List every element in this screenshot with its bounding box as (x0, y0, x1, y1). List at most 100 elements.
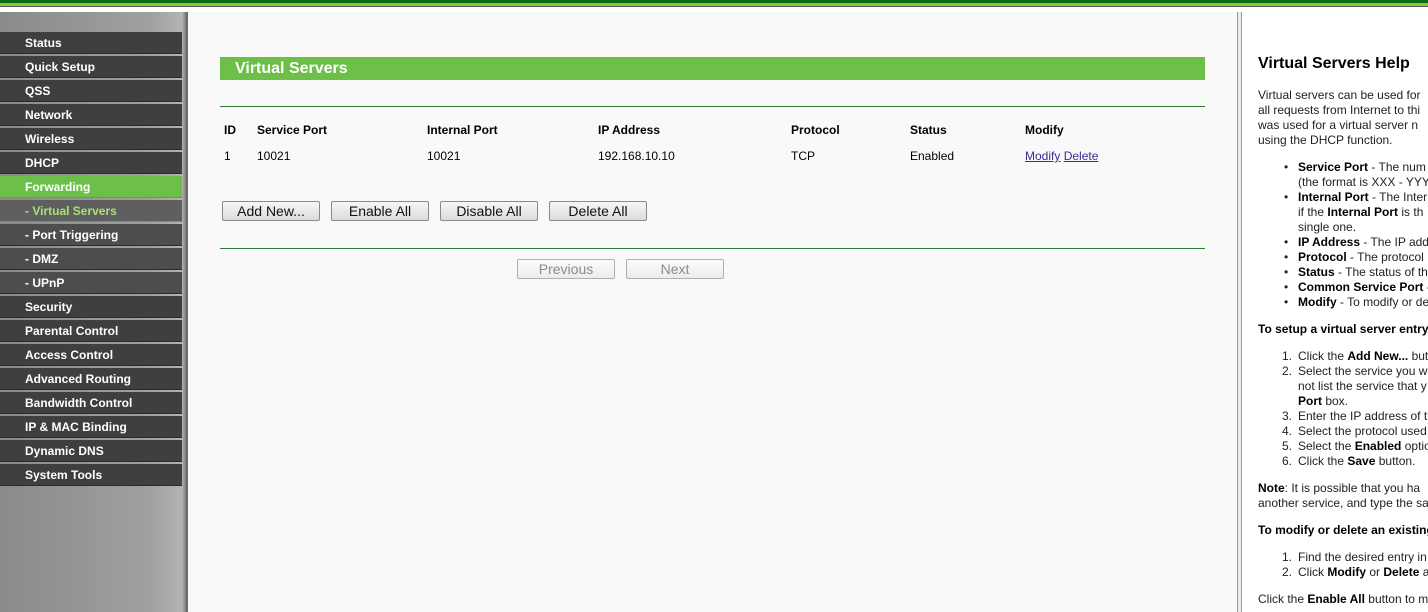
help-term: Protocol (1298, 250, 1347, 264)
header-id: ID (224, 123, 236, 137)
help-step-number: 1. (1282, 550, 1293, 564)
help-text: - The Interr (1368, 190, 1428, 204)
help-term: Enabled (1354, 439, 1402, 453)
main-content: Virtual Servers ID Service Port Internal… (188, 12, 1237, 612)
header-protocol: Protocol (791, 123, 840, 137)
help-title: Virtual Servers Help (1258, 55, 1410, 72)
sidebar-item-upnp[interactable]: - UPnP (0, 272, 182, 294)
help-term: Service Port (1298, 160, 1369, 174)
header-ip-address: IP Address (598, 123, 661, 137)
help-step: Click the Save button. (1298, 454, 1415, 469)
help-intro-line: using the DHCP function. (1258, 133, 1393, 147)
help-step: Click the Add New... but (1298, 349, 1428, 364)
header-internal-port: Internal Port (427, 123, 498, 137)
help-term: Common Service Port (1298, 280, 1424, 294)
banner-stripe-line (0, 6, 1428, 7)
delete-link[interactable]: Delete (1064, 149, 1099, 163)
help-modify-heading: To modify or delete an existing (1258, 523, 1428, 537)
disable-all-button[interactable]: Disable All (440, 201, 538, 221)
sidebar-item-advanced-routing[interactable]: Advanced Routing (0, 368, 182, 390)
help-intro-line: was used for a virtual server n (1258, 118, 1419, 132)
enable-all-button[interactable]: Enable All (331, 201, 429, 221)
help-intro-line: all requests from Internet to thi (1258, 103, 1421, 117)
header-service-port: Service Port (257, 123, 328, 137)
sidebar-item-forwarding[interactable]: Forwarding (0, 176, 182, 198)
help-step-line: not list the service that y (1298, 379, 1427, 393)
sidebar-item-access-control[interactable]: Access Control (0, 344, 182, 366)
help-text: a (1422, 565, 1428, 579)
help-text: or (1366, 565, 1384, 579)
help-step-number: 1. (1282, 349, 1293, 363)
help-step-number: 5. (1282, 439, 1293, 453)
top-banner (0, 0, 1428, 12)
help-text: Click (1298, 565, 1328, 579)
sidebar-item-network[interactable]: Network (0, 104, 182, 126)
page-title: Virtual Servers (220, 57, 1205, 80)
help-step-number: 2. (1282, 364, 1293, 378)
help-text: - The status of th (1334, 265, 1428, 279)
help-field-status: Status - The status of th (1284, 265, 1428, 280)
divider-bottom (220, 248, 1205, 249)
sidebar-item-dhcp[interactable]: DHCP (0, 152, 182, 174)
help-term: Enable All (1307, 592, 1365, 606)
help-text: Select the (1298, 439, 1355, 453)
next-button[interactable]: Next (626, 259, 724, 279)
help-step: Find the desired entry in (1298, 550, 1427, 564)
sidebar-item-bandwidth-control[interactable]: Bandwidth Control (0, 392, 182, 414)
delete-all-button[interactable]: Delete All (549, 201, 647, 221)
help-setup-heading: To setup a virtual server entry (1258, 322, 1428, 336)
sidebar-item-ip-mac-binding[interactable]: IP & MAC Binding (0, 416, 182, 438)
divider-top (220, 106, 1205, 107)
help-step: Click Modify or Delete a (1298, 565, 1428, 580)
sidebar-item-dmz[interactable]: - DMZ (0, 248, 182, 270)
sidebar-item-port-triggering[interactable]: - Port Triggering (0, 224, 182, 246)
help-text: Click the (1298, 454, 1348, 468)
help-step-number: 4. (1282, 424, 1293, 438)
help-field-protocol: Protocol - The protocol (1284, 250, 1424, 265)
add-new-button[interactable]: Add New... (222, 201, 320, 221)
cell-id: 1 (224, 149, 231, 163)
help-text: if the (1298, 205, 1328, 219)
help-field-service-port: Service Port - The num (1284, 160, 1426, 175)
help-step: Select the service you w (1298, 364, 1428, 378)
help-term: IP Address (1298, 235, 1361, 249)
sidebar-item-status[interactable]: Status (0, 32, 182, 54)
help-term: Internal Port (1298, 190, 1369, 204)
help-text: - The IP add (1360, 235, 1428, 249)
sidebar-item-wireless[interactable]: Wireless (0, 128, 182, 150)
help-field-common-service-port: Common Service Port - (1284, 280, 1428, 295)
header-modify: Modify (1025, 123, 1064, 137)
help-text: is th (1398, 205, 1424, 219)
sidebar-item-dynamic-dns[interactable]: Dynamic DNS (0, 440, 182, 462)
help-term: Internal Port (1327, 205, 1399, 219)
cell-status: Enabled (910, 149, 955, 163)
sidebar-menu: Status Quick Setup QSS Network Wireless … (0, 12, 186, 612)
help-step: Enter the IP address of t (1298, 409, 1428, 423)
sidebar-item-system-tools[interactable]: System Tools (0, 464, 182, 486)
cell-protocol: TCP (791, 149, 815, 163)
help-step: Select the Enabled optio (1298, 439, 1428, 454)
help-text: Click the (1258, 592, 1308, 606)
help-text: : It is possible that you ha (1284, 481, 1421, 495)
help-text: button. (1375, 454, 1416, 468)
help-term: Add New... (1347, 349, 1409, 363)
help-text: Click the (1298, 349, 1348, 363)
help-text: but (1408, 349, 1428, 363)
sidebar-item-security[interactable]: Security (0, 296, 182, 318)
sidebar-item-parental-control[interactable]: Parental Control (0, 320, 182, 342)
sidebar-item-virtual-servers[interactable]: - Virtual Servers (0, 200, 182, 222)
help-intro-line: Virtual servers can be used for (1258, 88, 1421, 102)
sidebar-item-quick-setup[interactable]: Quick Setup (0, 56, 182, 78)
help-panel: Virtual Servers Help Virtual servers can… (1242, 12, 1428, 612)
sidebar-item-qss[interactable]: QSS (0, 80, 182, 102)
help-text: - To modify or de (1336, 295, 1428, 309)
cell-actions: Modify Delete (1025, 147, 1098, 165)
help-text: optio (1401, 439, 1428, 453)
help-field-modify: Modify - To modify or de (1284, 295, 1428, 310)
help-text: - The protocol (1346, 250, 1424, 264)
modify-link[interactable]: Modify (1025, 149, 1060, 163)
previous-button[interactable]: Previous (517, 259, 615, 279)
help-note-label: Note (1258, 481, 1285, 495)
help-step-number: 3. (1282, 409, 1293, 423)
help-text: - The num (1368, 160, 1426, 174)
